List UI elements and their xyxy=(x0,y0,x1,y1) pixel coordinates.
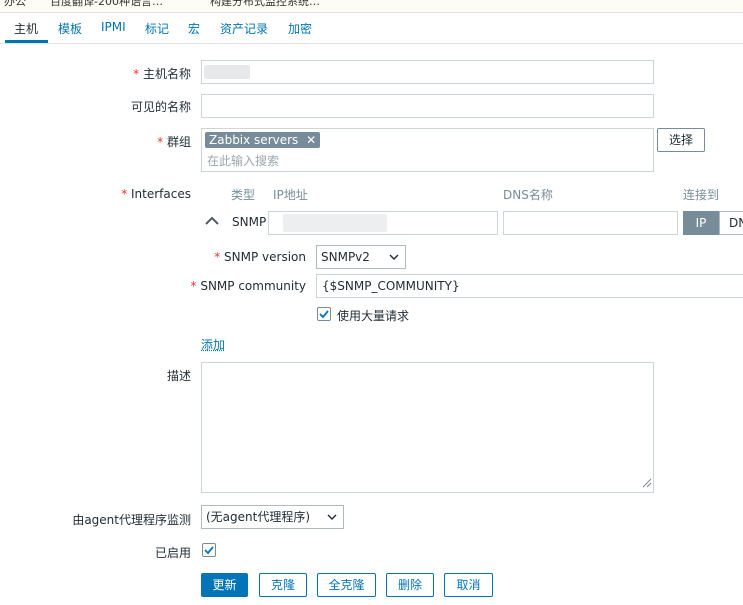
interfaces-label: * Interfaces xyxy=(121,187,191,201)
interface-type: SNMP xyxy=(232,215,267,229)
bookmark-item[interactable]: 百度翻译-200种语言… xyxy=(50,0,163,9)
interface-dns-input[interactable] xyxy=(503,211,678,235)
hostname-label: * 主机名称 xyxy=(133,67,191,81)
redacted-value xyxy=(283,214,387,232)
proxy-value: (无agent代理程序) xyxy=(206,510,311,524)
select-groups-button[interactable]: 选择 xyxy=(657,128,705,152)
clone-button[interactable]: 克隆 xyxy=(259,573,307,597)
full-clone-button[interactable]: 全克隆 xyxy=(317,573,376,597)
snmp-community-label: * SNMP community xyxy=(190,279,307,293)
snmp-version-label: * SNMP version xyxy=(214,250,306,264)
description-label: 描述 xyxy=(166,369,191,383)
bulk-requests-label: 使用大量请求 xyxy=(337,309,410,323)
bookmark-item[interactable]: 构建分布式监控系统… xyxy=(210,0,320,9)
proxy-label: 由agent代理程序监测 xyxy=(72,513,191,527)
snmp-community-input[interactable]: {$SNMP_COMMUNITY} xyxy=(316,274,743,298)
connect-ip-toggle[interactable]: IP xyxy=(683,211,719,235)
snmp-community-value: {$SNMP_COMMUNITY} xyxy=(322,279,460,293)
chevron-down-icon xyxy=(389,246,399,275)
hostname-input[interactable] xyxy=(201,60,654,84)
enabled-label: 已启用 xyxy=(154,546,191,560)
tab-host[interactable]: 主机 xyxy=(14,20,38,37)
connect-dns-toggle[interactable]: DN xyxy=(719,211,743,235)
description-textarea[interactable] xyxy=(201,362,654,493)
snmp-version-value: SNMPv2 xyxy=(321,250,370,264)
proxy-select[interactable]: (无agent代理程序) xyxy=(201,505,344,529)
tab-bar: 主机 模板 IPMI 标记 宏 资产记录 加密 xyxy=(0,13,743,44)
interface-ip-input[interactable] xyxy=(268,211,498,235)
group-search-placeholder[interactable]: 在此输入搜索 xyxy=(207,152,279,169)
tab-inventory[interactable]: 资产记录 xyxy=(220,20,268,37)
visible-name-input[interactable] xyxy=(201,94,654,118)
tab-macros[interactable]: 宏 xyxy=(188,20,200,37)
add-interface-link[interactable]: 添加 xyxy=(201,336,225,353)
bookmark-item[interactable]: 办公 xyxy=(4,0,26,9)
enabled-checkbox[interactable] xyxy=(202,543,216,557)
groups-label: * 群组 xyxy=(157,135,191,149)
collapse-chevron-up-icon[interactable] xyxy=(205,215,219,229)
update-button[interactable]: 更新 xyxy=(201,573,248,597)
groups-multiselect[interactable]: Zabbix servers ✕ 在此输入搜索 xyxy=(201,128,654,172)
snmp-version-select[interactable]: SNMPv2 xyxy=(316,245,406,269)
resize-handle-icon[interactable] xyxy=(640,476,652,491)
delete-button[interactable]: 删除 xyxy=(386,573,434,597)
checkmark-icon xyxy=(319,310,329,319)
group-tag-label: Zabbix servers xyxy=(209,133,299,147)
column-type: 类型 xyxy=(231,188,256,202)
redacted-value xyxy=(204,65,250,79)
active-tab-indicator xyxy=(5,40,48,43)
bookmarks-bar: 办公 百度翻译-200种语言… 构建分布式监控系统… xyxy=(0,0,743,13)
checkmark-icon xyxy=(204,546,214,555)
column-connect: 连接到 xyxy=(683,188,720,202)
remove-tag-icon[interactable]: ✕ xyxy=(306,133,316,147)
tab-encryption[interactable]: 加密 xyxy=(288,20,312,37)
tab-templates[interactable]: 模板 xyxy=(58,20,82,37)
group-tag: Zabbix servers ✕ xyxy=(205,132,321,148)
bulk-requests-checkbox[interactable] xyxy=(317,307,331,321)
tab-ipmi[interactable]: IPMI xyxy=(101,20,126,34)
tab-tags[interactable]: 标记 xyxy=(145,20,169,37)
cancel-button[interactable]: 取消 xyxy=(444,573,493,597)
column-ip: IP地址 xyxy=(273,188,308,202)
column-dns: DNS名称 xyxy=(503,188,553,202)
visible-name-label: 可见的名称 xyxy=(130,100,191,114)
chevron-down-icon xyxy=(327,506,337,535)
